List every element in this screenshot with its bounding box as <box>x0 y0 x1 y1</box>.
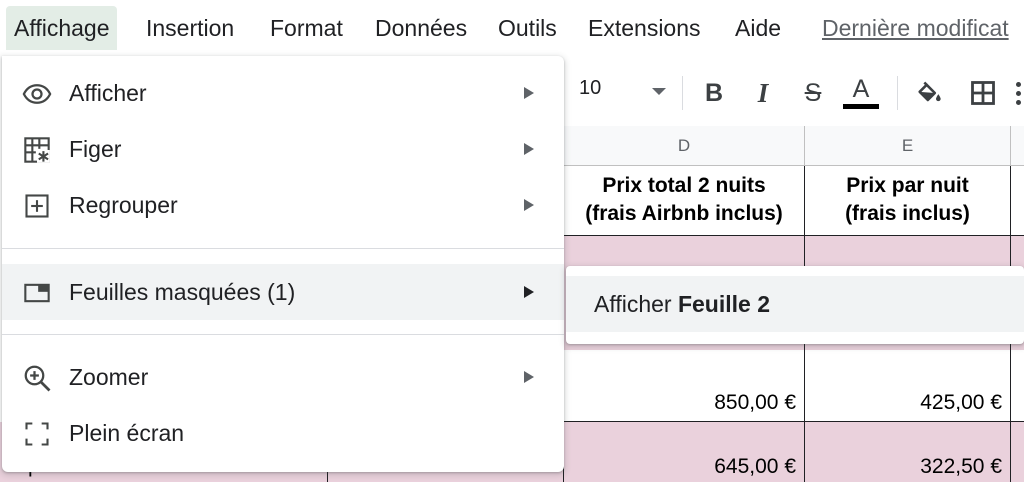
cell-d-header[interactable]: Prix total 2 nuits (frais Airbnb inclus) <box>564 166 805 236</box>
group-icon <box>22 191 52 221</box>
menu-item-show-sheet[interactable]: Afficher Feuille 2 <box>566 276 1024 332</box>
toolbar-divider <box>682 76 683 110</box>
chevron-down-icon[interactable] <box>652 88 666 95</box>
toolbar: 10 B I S A <box>560 60 1024 124</box>
text-color-swatch <box>843 103 879 109</box>
menu-item-afficher[interactable]: Afficher <box>2 65 564 121</box>
fill-color-button[interactable] <box>912 76 946 110</box>
text-color-button[interactable]: A <box>843 72 879 112</box>
eye-icon <box>22 79 52 109</box>
cell-f-value[interactable] <box>1011 422 1024 482</box>
italic-button[interactable]: I <box>746 76 780 110</box>
menu-bar: Affichage Insertion Format Données Outil… <box>0 0 1024 56</box>
menu-item-label: Zoomer <box>69 364 149 390</box>
more-options-icon[interactable] <box>1016 82 1022 106</box>
toolbar-divider <box>897 76 898 110</box>
menu-outils[interactable]: Outils <box>490 6 565 50</box>
menu-item-figer[interactable]: Figer <box>2 121 564 177</box>
menu-affichage[interactable]: Affichage <box>6 6 118 50</box>
menu-item-plein-ecran[interactable]: Plein écran <box>2 405 564 461</box>
menu-format[interactable]: Format <box>262 6 351 50</box>
column-header-f[interactable] <box>1011 126 1024 166</box>
menu-aide[interactable]: Aide <box>727 6 789 50</box>
bold-button[interactable]: B <box>697 76 731 110</box>
menu-donnees[interactable]: Données <box>367 6 475 50</box>
menu-extensions[interactable]: Extensions <box>580 6 709 50</box>
strikethrough-button[interactable]: S <box>796 76 830 110</box>
submenu-prefix: Afficher <box>594 291 678 317</box>
menu-divider <box>2 248 564 249</box>
menu-divider <box>2 334 564 335</box>
menu-item-label: Feuilles masquées (1) <box>69 279 296 305</box>
menu-item-label: Plein écran <box>69 420 185 446</box>
cell-f-value[interactable] <box>1011 350 1024 422</box>
cell-text: Prix total 2 nuits <box>602 174 766 197</box>
chevron-right-icon <box>524 199 534 211</box>
view-menu-dropdown: Afficher Figer Regrouper Feuilles masqué… <box>2 56 564 472</box>
menu-item-label: Figer <box>69 136 122 162</box>
borders-icon <box>971 81 995 105</box>
cell-text: Prix par nuit <box>846 174 969 197</box>
cell-text: (frais Airbnb inclus) <box>585 202 783 225</box>
menu-item-regrouper[interactable]: Regrouper <box>2 177 564 233</box>
chevron-right-icon <box>524 286 534 298</box>
sheet-name: Feuille 2 <box>677 291 770 317</box>
freeze-icon <box>22 135 52 165</box>
cell-d-value[interactable]: 645,00 € <box>564 422 805 482</box>
text-color-label: A <box>852 74 870 103</box>
hidden-sheet-icon <box>22 278 52 308</box>
cell-f-header[interactable] <box>1011 166 1024 236</box>
column-header-d[interactable]: D <box>564 126 805 166</box>
hidden-sheets-submenu: Afficher Feuille 2 <box>566 266 1024 344</box>
menu-insertion[interactable]: Insertion <box>138 6 242 50</box>
last-modified-link[interactable]: Dernière modificat <box>822 6 1009 50</box>
zoom-in-icon <box>22 363 52 393</box>
chevron-right-icon <box>524 371 534 383</box>
submenu-item-label: Afficher Feuille 2 <box>594 276 770 332</box>
cell-d-value[interactable]: 850,00 € <box>564 350 805 422</box>
cell-e-header[interactable]: Prix par nuit (frais inclus) <box>805 166 1011 236</box>
paint-bucket-icon <box>918 81 941 102</box>
menu-item-label: Regrouper <box>69 192 178 218</box>
menu-item-feuilles-masquees[interactable]: Feuilles masquées (1) <box>2 264 564 320</box>
borders-button[interactable] <box>966 76 1000 110</box>
menu-item-zoomer[interactable]: Zoomer <box>2 349 564 405</box>
chevron-right-icon <box>524 143 534 155</box>
fullscreen-icon <box>22 419 52 449</box>
cell-text: (frais inclus) <box>845 202 970 225</box>
column-header-e[interactable]: E <box>805 126 1011 166</box>
font-size-value[interactable]: 10 <box>579 77 601 100</box>
cell-e-value[interactable]: 425,00 € <box>805 350 1011 422</box>
menu-item-label: Afficher <box>69 80 147 106</box>
chevron-right-icon <box>524 87 534 99</box>
cell-e-value[interactable]: 322,50 € <box>805 422 1011 482</box>
